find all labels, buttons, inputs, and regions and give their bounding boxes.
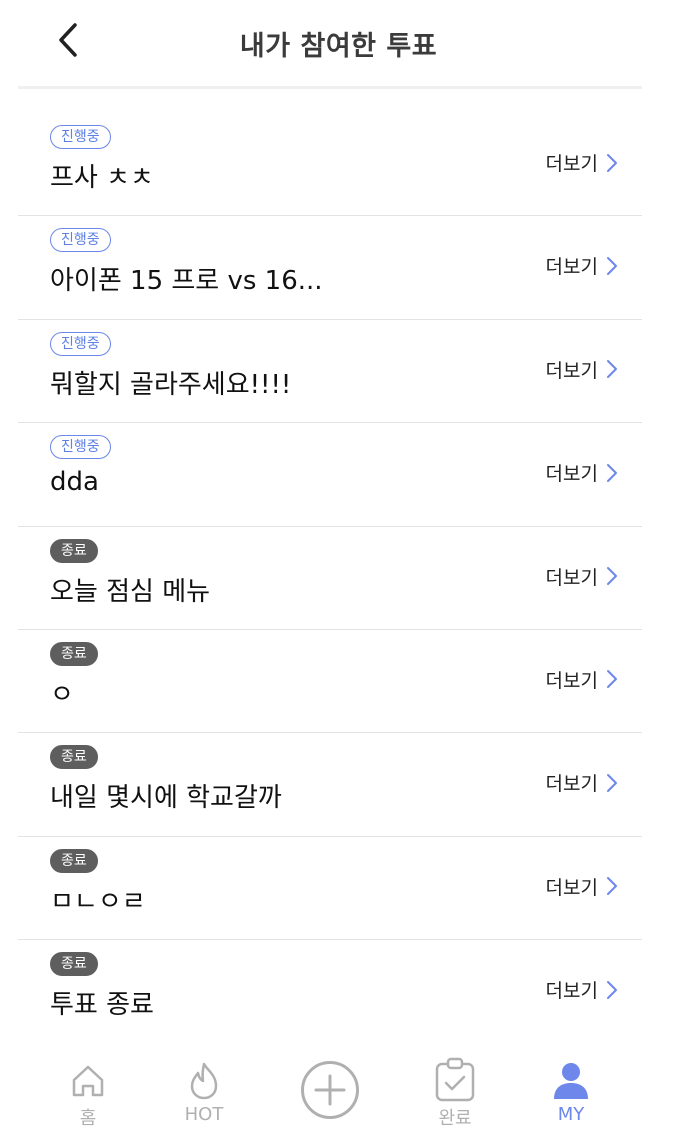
status-badge-ongoing: 진행중 [50, 125, 111, 149]
more-label: 더보기 [545, 669, 598, 692]
bottom-tab-bar: 홈 HOT 완료 MY [0, 1045, 677, 1133]
tab-home[interactable]: 홈 [38, 1045, 138, 1133]
page-title: 내가 참여한 투표 [239, 31, 438, 62]
chevron-right-icon [607, 773, 617, 792]
tab-my-label: MY [557, 1104, 585, 1125]
chevron-right-icon [607, 463, 617, 482]
chevron-right-icon [607, 153, 617, 172]
vote-item[interactable]: 종료 ㅁㄴㅇㄹ 더보기 [18, 837, 642, 941]
vote-item[interactable]: 진행중 뭐할지 골라주세요!!!! 더보기 [18, 320, 642, 424]
vote-title: 뭐할지 골라주세요!!!! [50, 369, 292, 400]
more-label: 더보기 [545, 256, 598, 279]
vote-title: 오늘 점심 메뉴 [50, 576, 211, 607]
vote-title: 투표 종료 [50, 990, 154, 1021]
chevron-right-icon [607, 670, 617, 689]
tab-completed[interactable]: 완료 [405, 1045, 505, 1133]
more-label: 더보기 [545, 773, 598, 796]
more-link[interactable]: 더보기 [546, 976, 618, 1003]
vote-item[interactable]: 종료 오늘 점심 메뉴 더보기 [18, 527, 642, 630]
plus-circle-icon [301, 1061, 359, 1119]
vote-title: 아이폰 15 프로 vs 16... [50, 266, 323, 297]
chevron-right-icon [607, 877, 617, 896]
vote-title: 프사 ㅊㅊ [50, 163, 154, 193]
more-label: 더보기 [545, 153, 598, 175]
vote-title: ㅇ [50, 679, 74, 710]
vote-title: ㅁㄴㅇㄹ [50, 886, 146, 917]
more-link[interactable]: 더보기 [546, 356, 618, 383]
tab-completed-label: 완료 [438, 1108, 472, 1129]
status-badge-ended: 종료 [50, 952, 98, 977]
vote-list: 진행중 프사 ㅊㅊ 더보기 진행중 아이폰 15 프로 vs 16... 더보기… [18, 113, 642, 1044]
more-link[interactable]: 더보기 [546, 666, 618, 693]
home-icon [72, 1065, 104, 1097]
chevron-right-icon [607, 256, 617, 275]
more-link[interactable]: 더보기 [546, 769, 618, 796]
vote-item[interactable]: 진행중 dda 더보기 [18, 423, 642, 527]
status-badge-ongoing: 진행중 [50, 228, 111, 253]
header-divider [18, 86, 642, 89]
chevron-right-icon [607, 567, 617, 586]
chevron-right-icon [607, 980, 617, 999]
more-link[interactable]: 더보기 [546, 873, 618, 900]
status-badge-ended: 종료 [50, 641, 98, 666]
more-label: 더보기 [545, 566, 598, 589]
vote-item[interactable]: 진행중 프사 ㅊㅊ 더보기 [18, 113, 642, 217]
more-label: 더보기 [545, 980, 598, 1003]
user-icon [554, 1063, 588, 1099]
vote-item[interactable]: 종료 투표 종료 더보기 [18, 940, 642, 1043]
tab-hot-label: HOT [184, 1104, 224, 1125]
chevron-right-icon [607, 360, 617, 379]
more-link[interactable]: 더보기 [546, 252, 618, 279]
clipboard-check-icon [435, 1057, 475, 1102]
vote-item[interactable]: 종료 내일 몇시에 학교갈까 더보기 [18, 733, 642, 837]
vote-item[interactable]: 진행중 아이폰 15 프로 vs 16... 더보기 [18, 216, 642, 320]
status-badge-ongoing: 진행중 [50, 331, 111, 356]
header: 내가 참여한 투표 [0, 0, 677, 89]
tab-my[interactable]: MY [521, 1045, 621, 1133]
tab-home-label: 홈 [79, 1108, 97, 1129]
more-link[interactable]: 더보기 [546, 563, 618, 590]
status-badge-ended: 종료 [50, 848, 98, 873]
more-link[interactable]: 더보기 [546, 459, 618, 486]
status-badge-ended: 종료 [50, 538, 98, 563]
vote-title: dda [50, 467, 99, 498]
more-label: 더보기 [545, 463, 598, 486]
more-link[interactable]: 더보기 [546, 149, 618, 176]
tab-hot[interactable]: HOT [154, 1045, 254, 1133]
create-vote-button[interactable] [280, 1045, 380, 1133]
flame-icon [190, 1062, 218, 1100]
vote-item[interactable]: 종료 ㅇ 더보기 [18, 630, 642, 734]
more-label: 더보기 [545, 876, 598, 899]
more-label: 더보기 [545, 359, 598, 382]
status-badge-ended: 종료 [50, 745, 98, 770]
status-badge-ongoing: 진행중 [50, 435, 111, 460]
vote-title: 내일 몇시에 학교갈까 [50, 783, 282, 814]
